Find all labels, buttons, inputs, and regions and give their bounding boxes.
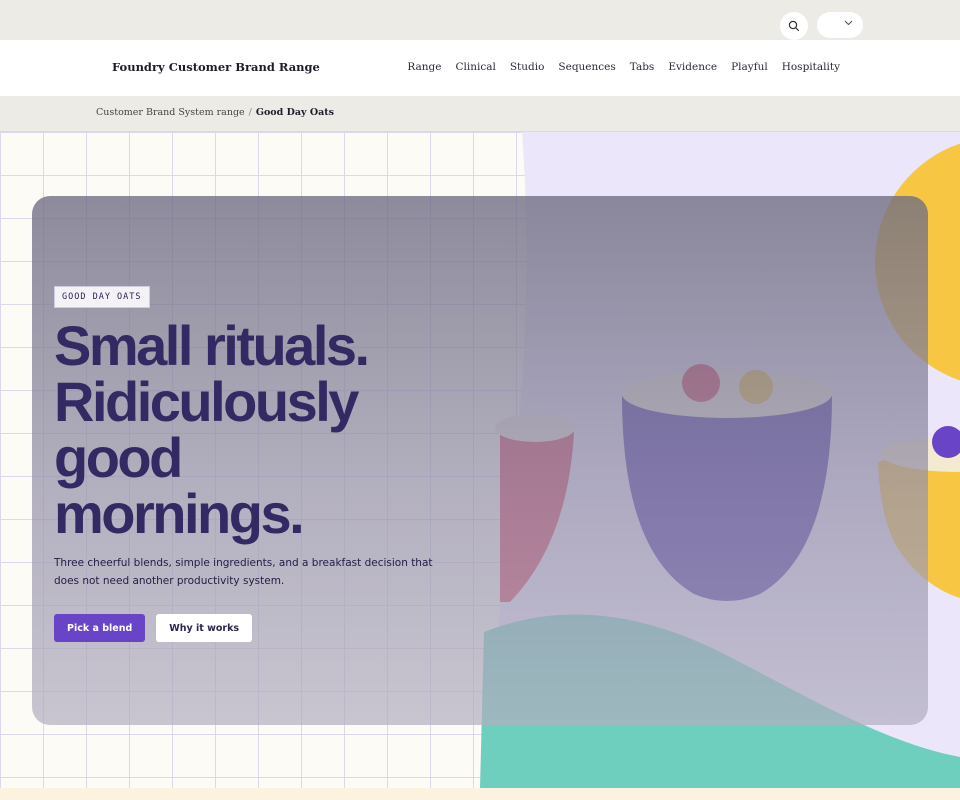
- nav-links: Range Clinical Studio Sequences Tabs Evi…: [407, 61, 840, 73]
- chevron-down-icon: [844, 20, 853, 26]
- hero-actions: Pick a blend Why it works: [54, 614, 494, 642]
- nav-link-evidence[interactable]: Evidence: [668, 61, 717, 73]
- headline-line-2: Ridiculously: [54, 370, 359, 433]
- locale-select[interactable]: [817, 12, 863, 38]
- nav-link-range[interactable]: Range: [407, 61, 441, 73]
- breadcrumb-parent-link[interactable]: Customer Brand System range: [96, 107, 245, 118]
- nav-link-studio[interactable]: Studio: [510, 61, 545, 73]
- headline-line-1: Small rituals.: [54, 314, 370, 377]
- search-button[interactable]: [780, 12, 808, 40]
- nav-link-tabs[interactable]: Tabs: [630, 61, 655, 73]
- headline-line-3: good: [54, 426, 183, 489]
- hero-content: GOOD DAY OATS Small rituals. Ridiculousl…: [54, 284, 494, 642]
- bottom-strip: [0, 788, 960, 800]
- hero-subtext: Three cheerful blends, simple ingredient…: [54, 557, 433, 587]
- search-icon: [788, 20, 800, 32]
- why-it-works-button[interactable]: Why it works: [156, 614, 253, 642]
- hero-card: GOOD DAY OATS Small rituals. Ridiculousl…: [32, 196, 928, 725]
- breadcrumb-separator: /: [248, 107, 252, 118]
- breadcrumb: Customer Brand System range / Good Day Oat…: [0, 96, 960, 132]
- utility-bar: [0, 0, 960, 40]
- brand-badge: GOOD DAY OATS: [54, 286, 150, 308]
- site-title[interactable]: Foundry Customer Brand Range: [112, 60, 320, 74]
- pick-a-blend-button[interactable]: Pick a blend: [54, 614, 146, 642]
- nav-link-sequences[interactable]: Sequences: [558, 61, 615, 73]
- hero-headline: Small rituals. Ridiculously good morning…: [54, 318, 494, 542]
- nav-link-hospitality[interactable]: Hospitality: [782, 61, 840, 73]
- nav-link-playful[interactable]: Playful: [731, 61, 768, 73]
- main-nav: Foundry Customer Brand Range Range Clini…: [0, 40, 960, 96]
- nav-link-clinical[interactable]: Clinical: [455, 61, 495, 73]
- headline-line-4: mornings.: [54, 482, 305, 545]
- breadcrumb-current: Good Day Oats: [255, 107, 334, 118]
